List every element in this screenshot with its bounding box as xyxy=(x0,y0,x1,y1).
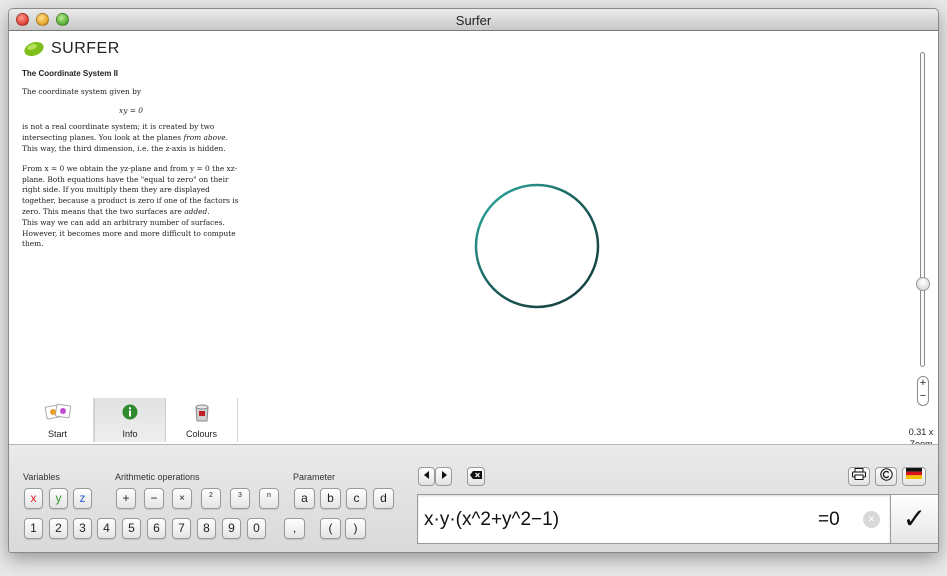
info-heading: The Coordinate System II xyxy=(22,69,119,78)
key-digit-6[interactable]: 6 xyxy=(147,518,166,539)
key-minus[interactable]: − xyxy=(144,488,164,509)
equals-zero: =0 xyxy=(818,509,840,530)
key-square[interactable]: 2 xyxy=(201,488,221,509)
zoom-value: 0.31 x xyxy=(908,427,934,437)
mode-tabs: Start Info Colours xyxy=(22,398,241,442)
zoom-out-button[interactable]: − xyxy=(918,390,928,403)
key-paren-close[interactable]: ) xyxy=(345,518,366,539)
info-paragraph: From x = 0 we obtain the yz-plane and fr… xyxy=(22,163,239,216)
key-digit-7[interactable]: 7 xyxy=(172,518,191,539)
key-x[interactable]: x xyxy=(24,488,43,509)
info-equation: xy = 0 xyxy=(119,105,143,115)
zoom-slider-track[interactable] xyxy=(920,52,925,367)
paint-bucket-icon xyxy=(194,404,209,422)
key-param-a[interactable]: a xyxy=(294,488,315,509)
copyright-button[interactable] xyxy=(875,467,897,486)
cursor-right-button[interactable] xyxy=(435,467,452,486)
title-bar: Surfer xyxy=(9,9,938,31)
clear-equation-icon[interactable]: × xyxy=(863,511,880,528)
cursor-left-button[interactable] xyxy=(418,467,435,486)
info-panel: SURFER The Coordinate System II The coor… xyxy=(22,39,240,250)
key-digit-8[interactable]: 8 xyxy=(197,518,216,539)
printer-icon xyxy=(852,468,866,480)
window-title: Surfer xyxy=(455,13,492,28)
surface-render-canvas[interactable] xyxy=(309,39,759,444)
tab-info-label: Info xyxy=(122,429,138,439)
language-button[interactable] xyxy=(902,467,926,486)
tab-start[interactable]: Start xyxy=(22,398,94,442)
app-name: SURFER xyxy=(51,39,120,57)
key-digit-2[interactable]: 2 xyxy=(49,518,68,539)
key-digit-3[interactable]: 3 xyxy=(73,518,92,539)
backspace-icon xyxy=(470,471,482,479)
copyright-icon xyxy=(879,468,893,481)
key-comma[interactable]: , xyxy=(284,518,305,539)
info-paragraph: This way we can add an arbitrary number … xyxy=(22,217,236,249)
info-paragraph: is not a real coordinate system; it is c… xyxy=(22,122,229,153)
key-digit-0[interactable]: 0 xyxy=(247,518,266,539)
arrow-right-icon xyxy=(441,471,447,479)
key-paren-open[interactable]: ( xyxy=(320,518,341,539)
equation-text: x·y·(x^2+y^2−1) xyxy=(424,509,560,530)
backspace-button[interactable] xyxy=(467,467,485,486)
key-param-d[interactable]: d xyxy=(373,488,394,509)
surfer-logo: SURFER xyxy=(23,39,240,59)
zoom-slider-knob[interactable] xyxy=(916,277,930,291)
key-power-n[interactable]: n xyxy=(259,488,279,509)
zoom-control: + − 0.31 x Zoom xyxy=(898,47,938,449)
key-param-c[interactable]: c xyxy=(346,488,367,509)
arith-label: Arithmetic operations xyxy=(115,472,200,482)
key-plus[interactable]: + xyxy=(116,488,136,509)
zoom-stepper[interactable]: + − xyxy=(917,376,929,406)
key-digit-1[interactable]: 1 xyxy=(24,518,43,539)
parameter-label: Parameter xyxy=(293,472,336,482)
key-digit-5[interactable]: 5 xyxy=(122,518,141,539)
info-paragraph: The coordinate system given by xyxy=(22,86,142,96)
tab-start-label: Start xyxy=(47,429,67,439)
key-param-b[interactable]: b xyxy=(320,488,341,509)
info-icon xyxy=(122,404,138,420)
lime-logo-icon xyxy=(24,41,44,57)
apply-equation-button[interactable]: ✓ xyxy=(891,494,938,544)
tab-colours-label: Colours xyxy=(185,429,217,439)
tab-colours[interactable]: Colours xyxy=(166,398,238,442)
tab-info[interactable]: Info xyxy=(94,398,166,442)
variables-label: Variables xyxy=(23,472,60,482)
equation-input[interactable]: x·y·(x^2+y^2−1) =0 × xyxy=(417,494,891,544)
key-z[interactable]: z xyxy=(73,488,92,509)
print-button[interactable] xyxy=(848,467,870,486)
key-digit-9[interactable]: 9 xyxy=(222,518,241,539)
start-gallery-icon xyxy=(44,403,71,420)
key-cube[interactable]: 3 xyxy=(230,488,250,509)
arrow-left-icon xyxy=(423,471,429,479)
surfer-window: Surfer SURFER The Coordinate System II T… xyxy=(8,8,939,553)
german-flag-icon xyxy=(906,468,922,479)
key-digit-4[interactable]: 4 xyxy=(97,518,116,539)
zoom-in-button[interactable]: + xyxy=(918,377,928,390)
key-y[interactable]: y xyxy=(49,488,68,509)
key-times[interactable]: × xyxy=(172,488,192,509)
